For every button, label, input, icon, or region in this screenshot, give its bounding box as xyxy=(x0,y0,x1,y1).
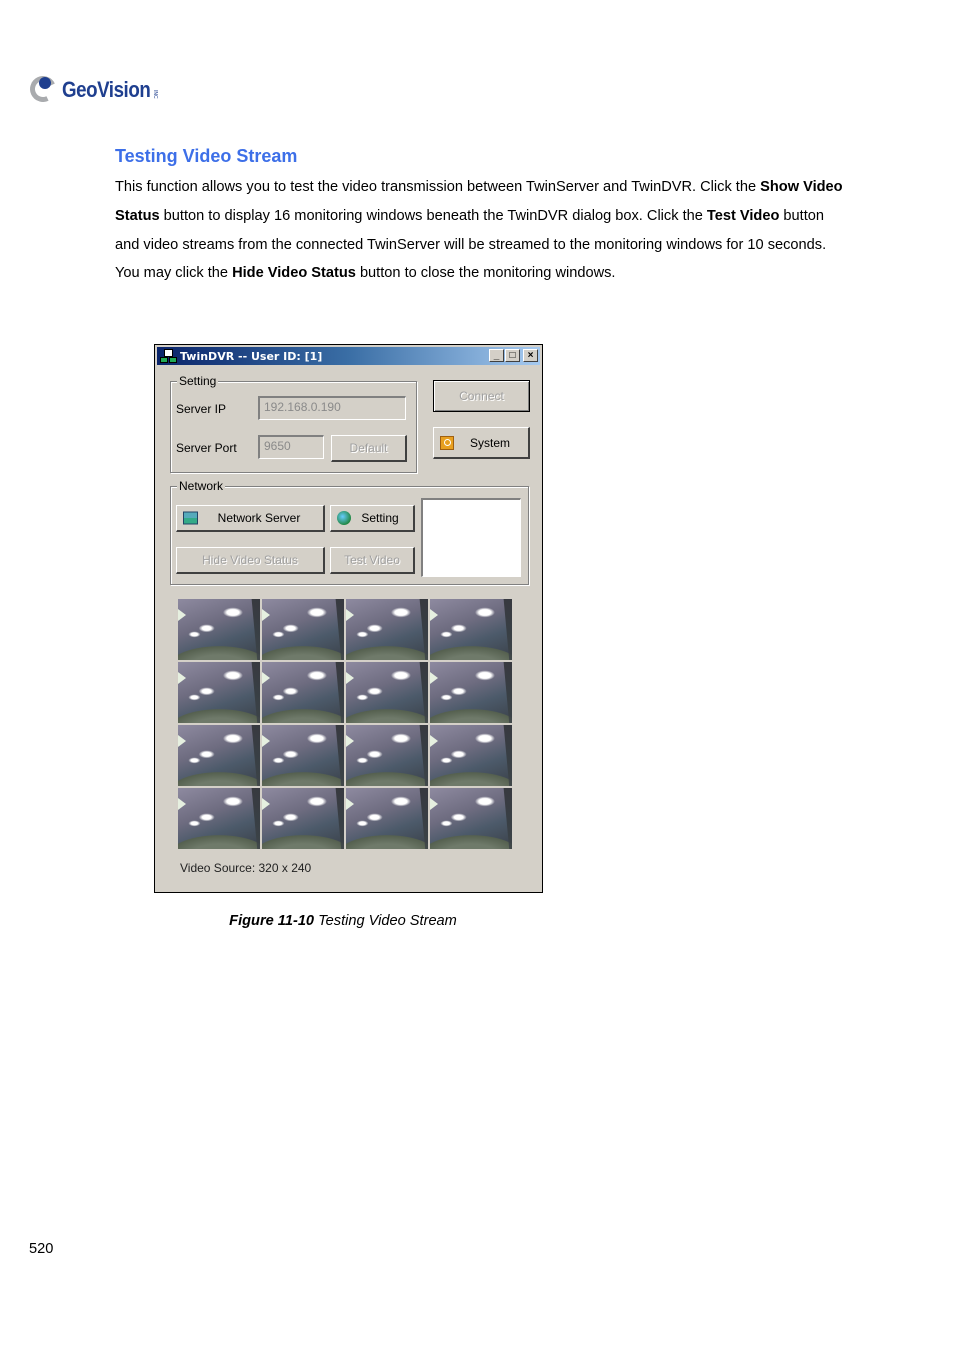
paragraph-bold-run: Hide Video Status xyxy=(232,265,356,282)
logo-text: GeoVision xyxy=(62,77,151,102)
paragraph-bold-run: Test Video xyxy=(706,207,780,224)
figure-caption: Figure 11-10 Testing Video Stream xyxy=(0,913,686,929)
network-group: Network Network Server Setting Hide Vide… xyxy=(170,479,529,585)
monitoring-window xyxy=(178,662,260,723)
network-server-label: Network Server xyxy=(217,511,301,525)
title-bar[interactable]: TwinDVR -- User ID: [1] _ □ × xyxy=(157,347,540,365)
minimize-button[interactable]: _ xyxy=(489,349,504,362)
geovision-logo: GeoVision INC xyxy=(26,72,158,108)
monitoring-window xyxy=(346,725,428,786)
server-ip-label: Server IP xyxy=(176,402,227,416)
test-video-button[interactable]: Test Video xyxy=(330,547,415,574)
monitoring-window xyxy=(430,662,512,723)
network-server-icon xyxy=(183,511,198,525)
monitoring-window xyxy=(346,599,428,660)
maximize-button[interactable]: □ xyxy=(505,349,520,362)
setting-group-label: Setting xyxy=(177,374,219,388)
figure-title: Testing Video Stream xyxy=(314,913,457,929)
setting-button[interactable]: Setting xyxy=(330,505,415,532)
monitoring-window xyxy=(430,599,512,660)
monitoring-window xyxy=(430,788,512,849)
monitoring-windows-grid xyxy=(178,599,512,849)
video-preview-box xyxy=(421,498,521,577)
page-number: 520 xyxy=(29,1241,54,1257)
monitoring-window xyxy=(430,725,512,786)
logo-inc: INC xyxy=(151,89,158,99)
twindvr-dialog: TwinDVR -- User ID: [1] _ □ × Setting Se… xyxy=(154,344,543,893)
connect-button[interactable]: Connect xyxy=(433,380,530,412)
hide-video-status-button[interactable]: Hide Video Status xyxy=(176,547,325,574)
network-server-button[interactable]: Network Server xyxy=(176,505,325,532)
monitoring-window xyxy=(178,599,260,660)
system-button-label: System xyxy=(469,435,510,450)
monitoring-window xyxy=(346,662,428,723)
default-button[interactable]: Default xyxy=(331,435,407,462)
logo-mark-icon xyxy=(26,72,60,106)
paragraph-run: button to close the monitoring windows. xyxy=(355,265,616,282)
paragraph-run: button to display 16 monitoring windows … xyxy=(159,207,707,224)
network-computer-icon xyxy=(160,349,177,363)
video-source-status: Video Source: 320 x 240 xyxy=(180,861,312,875)
close-button[interactable]: × xyxy=(523,349,538,362)
monitoring-window xyxy=(178,788,260,849)
figure-number: Figure 11-10 xyxy=(229,913,315,929)
monitoring-window xyxy=(262,599,344,660)
network-group-label: Network xyxy=(177,479,226,493)
monitoring-window xyxy=(178,725,260,786)
window-title: TwinDVR -- User ID: [1] xyxy=(180,349,323,363)
system-button[interactable]: System xyxy=(433,427,530,459)
globe-tool-icon xyxy=(337,511,351,525)
monitoring-window xyxy=(262,725,344,786)
server-port-label: Server Port xyxy=(176,441,237,455)
section-paragraph: This function allows you to test the vid… xyxy=(115,173,845,288)
server-port-field[interactable]: 9650 xyxy=(258,435,324,459)
server-ip-field[interactable]: 192.168.0.190 xyxy=(258,396,406,420)
setting-button-label: Setting xyxy=(361,511,399,525)
monitoring-window xyxy=(262,662,344,723)
section-heading: Testing Video Stream xyxy=(115,146,298,166)
setting-group: Setting Server IP 192.168.0.190 Server P… xyxy=(170,374,417,473)
monitoring-window xyxy=(262,788,344,849)
key-icon xyxy=(440,435,454,450)
paragraph-run: This function allows you to test the vid… xyxy=(115,179,761,195)
monitoring-window xyxy=(346,788,428,849)
